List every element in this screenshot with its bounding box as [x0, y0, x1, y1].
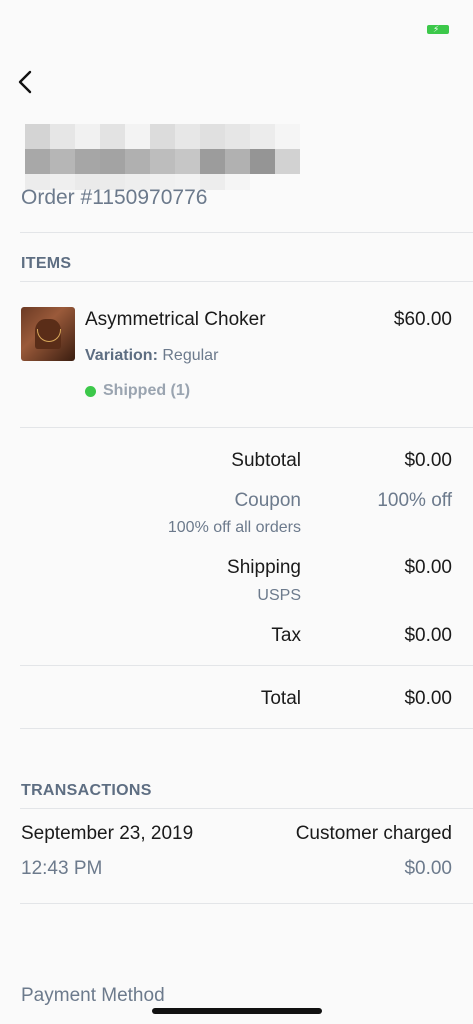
payment-method-label: Payment Method — [21, 985, 165, 1006]
total-value: $0.00 — [404, 688, 452, 709]
item-thumbnail[interactable] — [21, 307, 75, 361]
shipping-value: $0.00 — [404, 557, 452, 578]
shipping-carrier: USPS — [257, 587, 301, 604]
status-dot-icon — [85, 385, 96, 397]
fulfillment-status-label: Shipped (1) — [103, 382, 191, 399]
fulfillment-status: Shipped (1) — [85, 382, 190, 400]
shipping-label: Shipping — [227, 557, 301, 578]
back-button[interactable] — [14, 68, 40, 96]
transaction-amount: $0.00 — [404, 858, 452, 879]
divider — [20, 903, 473, 904]
divider — [20, 427, 473, 428]
home-indicator[interactable] — [152, 1008, 322, 1014]
items-section-header: ITEMS — [21, 255, 72, 272]
coupon-value: 100% off — [377, 490, 452, 511]
chevron-left-icon — [18, 70, 32, 94]
divider — [20, 281, 473, 282]
divider — [20, 808, 473, 809]
subtotal-label: Subtotal — [231, 450, 301, 471]
divider — [20, 232, 473, 233]
item-name[interactable]: Asymmetrical Choker — [85, 309, 266, 331]
subtotal-value: $0.00 — [404, 450, 452, 471]
variation-value: Regular — [162, 347, 219, 364]
redacted-customer-name — [25, 124, 300, 190]
divider — [20, 665, 473, 666]
variation-label: Variation: — [85, 347, 158, 364]
order-detail-screen: ⚡ Order #1150970776 ITEMS Asymmetrical C… — [0, 0, 473, 1024]
tax-label: Tax — [271, 625, 301, 646]
transaction-date[interactable]: September 23, 2019 — [21, 823, 193, 845]
item-variation: Variation: Regular — [85, 347, 218, 365]
battery-icon: ⚡ — [427, 24, 449, 34]
item-price: $60.00 — [393, 309, 452, 330]
transaction-status: Customer charged — [295, 823, 452, 844]
total-label: Total — [260, 688, 301, 709]
transactions-section-header: TRANSACTIONS — [21, 782, 152, 799]
coupon-label: Coupon — [234, 490, 301, 511]
transaction-time: 12:43 PM — [21, 858, 103, 879]
tax-value: $0.00 — [404, 625, 452, 646]
divider — [20, 728, 473, 729]
order-number: Order #1150970776 — [21, 186, 208, 209]
coupon-detail: 100% off all orders — [167, 519, 301, 536]
